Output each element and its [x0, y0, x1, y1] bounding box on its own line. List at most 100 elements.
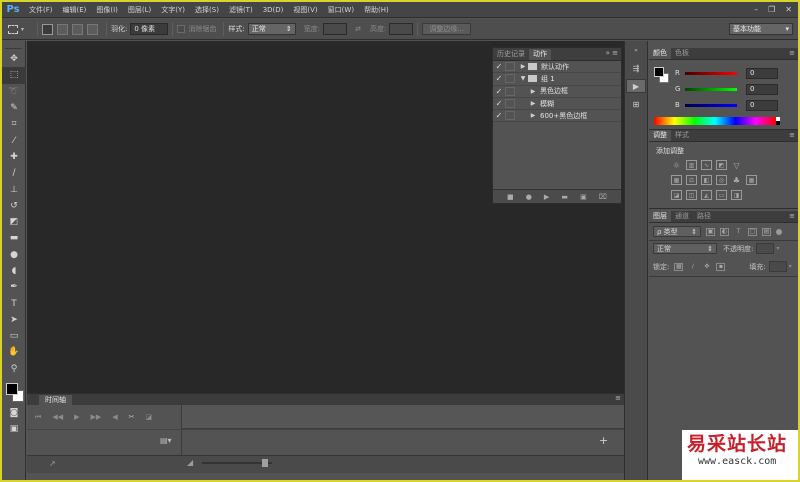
posterize-icon[interactable]: ◫: [686, 190, 697, 200]
tab-timeline[interactable]: 时间轴: [39, 395, 72, 405]
timeline-ruler[interactable]: [182, 405, 624, 429]
foreground-color-swatch[interactable]: [654, 67, 664, 77]
red-value-input[interactable]: 0: [746, 67, 778, 79]
action-set-row[interactable]: ✓ ▶ 默认动作: [493, 61, 621, 74]
lock-all-icon[interactable]: ▪: [716, 262, 726, 271]
photofilter-icon[interactable]: ◎: [716, 175, 727, 185]
workspace-select[interactable]: 基本功能 ▾: [729, 23, 793, 35]
tab-channels[interactable]: 通道: [671, 211, 693, 222]
tab-actions[interactable]: 动作: [529, 49, 551, 60]
menu-view[interactable]: 视图(V): [288, 5, 322, 15]
brush-tool-icon[interactable]: ∕: [2, 165, 26, 181]
width-input[interactable]: [323, 23, 348, 35]
quick-mask-icon[interactable]: ◙: [2, 405, 26, 421]
trash-icon[interactable]: ⌧: [599, 193, 607, 201]
height-input[interactable]: [389, 23, 414, 35]
first-frame-icon[interactable]: ⏮: [35, 413, 41, 422]
triangle-down-icon[interactable]: ▼: [518, 75, 528, 82]
stop-icon[interactable]: ■: [507, 193, 514, 201]
checkmark-icon[interactable]: ✓: [493, 111, 505, 120]
audio-icon[interactable]: ◀: [112, 413, 117, 421]
swap-icon[interactable]: ⇄: [355, 25, 361, 33]
restore-button[interactable]: ❐: [768, 5, 775, 14]
lock-transparent-icon[interactable]: ▦: [674, 262, 684, 271]
style-select[interactable]: 正常 ⇕: [247, 23, 296, 35]
menu-select[interactable]: 选择(S): [190, 5, 224, 15]
tab-styles[interactable]: 样式: [671, 130, 693, 141]
selectivecolor-icon[interactable]: ◨: [731, 190, 742, 200]
blend-mode-select[interactable]: 正常 ⇕: [653, 243, 717, 254]
threshold-icon[interactable]: ◭: [701, 190, 712, 200]
action-row[interactable]: ✓ ▶ 黑色边框: [493, 86, 621, 98]
triangle-right-icon[interactable]: ▶: [528, 100, 538, 107]
panel-menu-icon[interactable]: » ≡: [606, 49, 618, 57]
tab-swatches[interactable]: 色板: [671, 48, 693, 59]
subtract-selection-button[interactable]: [72, 23, 83, 35]
filter-toggle-icon[interactable]: [776, 228, 782, 235]
tab-paths[interactable]: 路径: [693, 211, 715, 222]
properties-panel-icon[interactable]: ⊞: [626, 97, 646, 111]
checkmark-icon[interactable]: ✓: [493, 62, 505, 71]
type-tool-icon[interactable]: T: [2, 295, 26, 311]
clone-stamp-tool-icon[interactable]: ⊥: [2, 181, 26, 197]
screen-mode-icon[interactable]: ▣: [2, 421, 26, 437]
eraser-tool-icon[interactable]: ◩: [2, 214, 26, 230]
tab-history[interactable]: 历史记录: [493, 49, 529, 60]
history-brush-tool-icon[interactable]: ↺: [2, 198, 26, 214]
dialog-toggle-icon[interactable]: [505, 62, 515, 72]
tab-color[interactable]: 颜色: [649, 48, 671, 59]
play-icon[interactable]: ▶: [74, 413, 79, 421]
menu-3d[interactable]: 3D(D): [258, 6, 289, 14]
close-button[interactable]: ✕: [785, 5, 792, 14]
blue-value-input[interactable]: 0: [746, 99, 778, 111]
red-slider[interactable]: [685, 71, 737, 75]
foreground-color-swatch[interactable]: [6, 382, 18, 395]
triangle-right-icon[interactable]: ▶: [518, 63, 528, 70]
curves-icon[interactable]: ∿: [701, 160, 712, 170]
add-selection-button[interactable]: [57, 23, 68, 35]
actions-panel-icon[interactable]: ▶: [626, 79, 646, 93]
toolbar-grip[interactable]: [5, 43, 22, 49]
checkmark-icon[interactable]: ✓: [493, 74, 505, 83]
smartobject-filter-icon[interactable]: ▤: [762, 227, 771, 236]
lock-position-icon[interactable]: ✥: [702, 263, 711, 271]
vibrance-icon[interactable]: ▽: [731, 160, 742, 170]
tab-adjustments[interactable]: 调整: [649, 130, 671, 141]
dialog-toggle-icon[interactable]: [505, 74, 515, 84]
zoom-out-icon[interactable]: ◢: [187, 458, 193, 467]
checkmark-icon[interactable]: ✓: [493, 99, 505, 108]
slider-knob[interactable]: [262, 459, 268, 467]
add-media-icon[interactable]: +: [599, 434, 608, 447]
channelmixer-icon[interactable]: ♣: [731, 175, 742, 185]
chevron-down-icon[interactable]: ▾: [776, 245, 779, 252]
hand-tool-icon[interactable]: ✋: [2, 344, 26, 360]
path-select-tool-icon[interactable]: ➤: [2, 312, 26, 328]
rect-marquee-tool-icon[interactable]: ⬚: [2, 67, 26, 84]
dialog-toggle-icon[interactable]: [505, 86, 515, 96]
menu-file[interactable]: 文件(F): [24, 5, 58, 15]
green-value-input[interactable]: 0: [746, 83, 778, 95]
timeline-tracks[interactable]: [182, 429, 624, 455]
eyedropper-tool-icon[interactable]: ⁄: [2, 132, 26, 148]
invert-icon[interactable]: ◪: [671, 190, 682, 200]
adjustment-filter-icon[interactable]: ◐: [720, 227, 729, 236]
menu-window[interactable]: 窗口(W): [323, 5, 359, 15]
pixel-filter-icon[interactable]: ▣: [706, 227, 715, 236]
dialog-toggle-icon[interactable]: [505, 111, 515, 121]
panel-menu-icon[interactable]: ≡: [615, 394, 621, 402]
gradient-tool-icon[interactable]: ▬: [2, 230, 26, 246]
type-filter-icon[interactable]: T: [734, 228, 743, 236]
green-slider[interactable]: [685, 87, 737, 91]
menu-type[interactable]: 文字(Y): [156, 5, 190, 15]
lock-pixels-icon[interactable]: ∕: [688, 263, 697, 271]
triangle-right-icon[interactable]: ▶: [528, 88, 538, 95]
new-selection-button[interactable]: [42, 23, 53, 35]
panel-menu-icon[interactable]: ≡: [789, 131, 795, 139]
color-spectrum-bar[interactable]: [654, 117, 776, 125]
opacity-input[interactable]: [756, 243, 775, 254]
lasso-tool-icon[interactable]: ➰: [2, 84, 26, 100]
hsl-icon[interactable]: ▦: [671, 175, 682, 185]
black-white-picker[interactable]: [776, 117, 780, 125]
filmstrip-icon[interactable]: ▤▾: [160, 436, 172, 445]
exposure-icon[interactable]: ◩: [716, 160, 727, 170]
